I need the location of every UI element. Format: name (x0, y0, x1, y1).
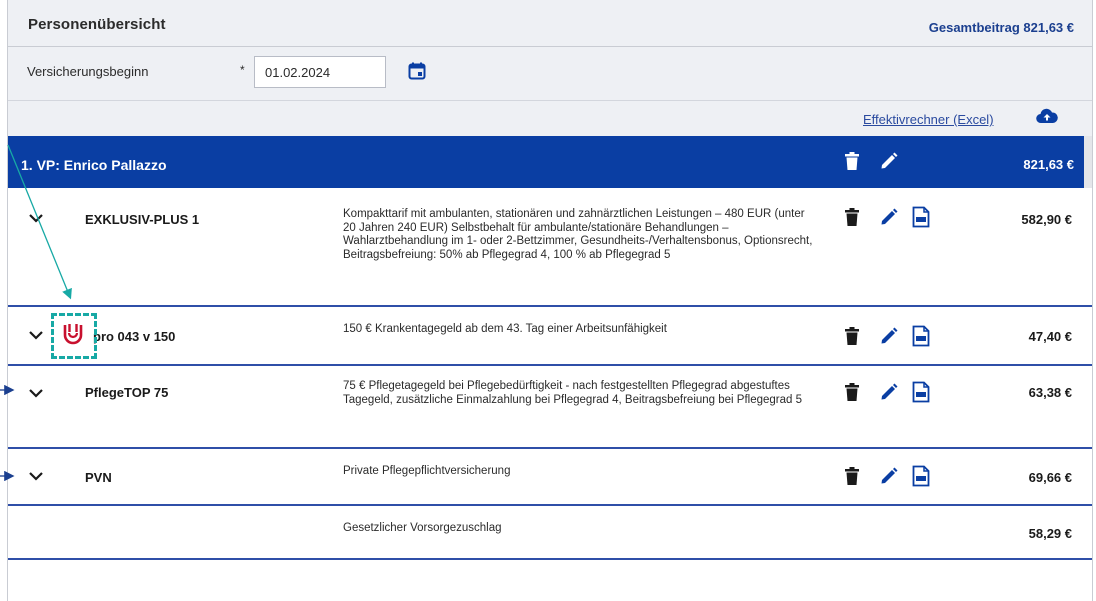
trash-icon[interactable] (845, 327, 859, 345)
insured-person-bar: 1. VP: Enrico Pallazzo 821,63 € (8, 136, 1084, 188)
annotation-highlight-box (51, 313, 97, 359)
insured-person-name: 1. VP: Enrico Pallazzo (21, 157, 167, 173)
effective-calculator-link[interactable]: Effektivrechner (Excel) (863, 112, 994, 127)
overview-header: Personenübersicht Gesamtbeitrag 821,63 €… (8, 0, 1092, 136)
pencil-icon[interactable] (880, 467, 898, 485)
chevron-down-icon[interactable] (28, 330, 44, 340)
person-overview-panel: Personenübersicht Gesamtbeitrag 821,63 €… (7, 0, 1093, 601)
pencil-icon[interactable] (880, 327, 898, 345)
total-contribution: Gesamtbeitrag 821,63 € (928, 20, 1074, 35)
pencil-icon[interactable] (880, 208, 898, 226)
tariff-description: Private Pflegepflichtversicherung (343, 465, 511, 477)
divider (8, 46, 1092, 47)
tariff-name: PVN (85, 470, 112, 485)
tariff-amount: 63,38 € (1028, 385, 1072, 400)
surcharge-amount: 58,29 € (1028, 526, 1072, 541)
pdf-icon[interactable] (912, 381, 930, 403)
tariff-description: 150 € Krankentagegeld ab dem 43. Tag ein… (343, 323, 667, 335)
page-title: Personenübersicht (28, 16, 166, 33)
chevron-down-icon[interactable] (28, 388, 44, 398)
tariff-amount: 582,90 € (1021, 212, 1072, 227)
start-date-input[interactable] (254, 56, 386, 88)
chevron-down-icon[interactable] (28, 213, 44, 223)
trash-icon[interactable] (845, 467, 859, 485)
calendar-icon[interactable] (408, 62, 426, 80)
trash-icon[interactable] (845, 152, 859, 170)
cloud-upload-icon[interactable] (1036, 108, 1058, 124)
chevron-down-icon[interactable] (28, 471, 44, 481)
surcharge-row: Gesetzlicher Vorsorgezuschlag 58,29 € (8, 506, 1092, 558)
start-date-label: Versicherungsbeginn (27, 64, 149, 79)
trash-icon[interactable] (845, 383, 859, 401)
insured-person-amount: 821,63 € (1023, 157, 1074, 172)
tariff-row: EXKLUSIV-PLUS 1 Kompakttarif mit ambulan… (8, 188, 1092, 305)
pdf-icon[interactable] (912, 325, 930, 347)
pdf-icon[interactable] (912, 465, 930, 487)
tariff-description: Kompakttarif mit ambulanten, stationären… (343, 208, 813, 261)
tariff-row: PVN Private Pflegepflichtversicherung 69… (8, 449, 1092, 504)
row-divider (8, 558, 1092, 560)
divider (8, 100, 1092, 101)
trash-icon[interactable] (845, 208, 859, 226)
tariff-name: EXKLUSIV-PLUS 1 (85, 212, 200, 227)
tariff-amount: 47,40 € (1028, 329, 1072, 344)
required-marker: * (240, 63, 245, 77)
tariff-name: pro 043 v 150 (93, 329, 176, 344)
tariff-amount: 69,66 € (1028, 470, 1072, 485)
tariff-row: PflegeTOP 75 75 € Pflegetagegeld bei Pfl… (8, 366, 1092, 447)
pencil-icon[interactable] (880, 383, 898, 401)
tariff-name: PflegeTOP 75 (85, 385, 169, 400)
tariff-row: pro 043 v 150 150 € Krankentagegeld ab d… (8, 307, 1092, 364)
scrollbar-track[interactable] (1084, 136, 1092, 188)
pdf-icon[interactable] (912, 206, 930, 228)
tariff-description: 75 € Pflegetagegeld bei Pflegebedürftigk… (343, 380, 803, 406)
surcharge-description: Gesetzlicher Vorsorgezuschlag (343, 522, 502, 534)
pencil-icon[interactable] (880, 152, 898, 170)
